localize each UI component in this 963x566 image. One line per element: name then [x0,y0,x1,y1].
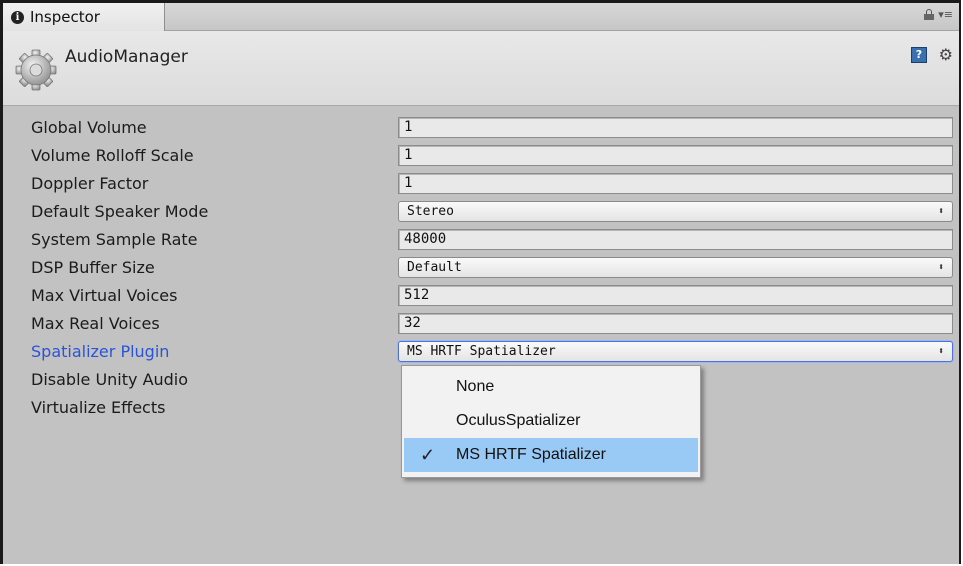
row-default-speaker-mode: Default Speaker Mode Stereo ⬍ [3,199,959,225]
system-sample-rate-field[interactable]: 48000 [398,229,953,250]
dsp-buffer-size-dropdown[interactable]: Default ⬍ [398,257,953,278]
gear-icon [15,49,57,91]
global-volume-field[interactable]: 1 [398,117,953,138]
property-label: Disable Unity Audio [31,370,189,389]
inspector-window: i Inspector ▾≡ AudioManager ? ⚙ Global V… [0,0,961,564]
spatializer-popup-menu: None OculusSpatializer ✓ MS HRTF Spatial… [401,365,701,478]
row-dsp-buffer-size: DSP Buffer Size Default ⬍ [3,255,959,281]
row-spatializer-plugin: Spatializer Plugin MS HRTF Spatializer ⬍ [3,339,959,365]
menu-item-label: MS HRTF Spatializer [456,446,606,463]
tab-bar: i Inspector ▾≡ [3,3,959,31]
menu-item-ms-hrtf-spatializer[interactable]: ✓ MS HRTF Spatializer [404,438,698,472]
menu-item-label: None [456,378,495,395]
menu-item-label: OculusSpatializer [456,412,581,429]
property-label: Max Real Voices [31,314,160,333]
spatializer-plugin-dropdown[interactable]: MS HRTF Spatializer ⬍ [398,341,953,362]
row-volume-rolloff-scale: Volume Rolloff Scale 1 [3,143,959,169]
help-icon[interactable]: ? [911,47,927,63]
info-icon: i [11,10,24,24]
tab-label: Inspector [30,8,100,26]
dropdown-value: Default [407,260,462,275]
row-global-volume: Global Volume 1 [3,115,959,141]
row-max-real-voices: Max Real Voices 32 [3,311,959,337]
max-real-voices-field[interactable]: 32 [398,313,953,334]
doppler-factor-field[interactable]: 1 [398,173,953,194]
dropdown-value: Stereo [407,204,454,219]
row-max-virtual-voices: Max Virtual Voices 512 [3,283,959,309]
row-system-sample-rate: System Sample Rate 48000 [3,227,959,253]
property-label: Global Volume [31,118,147,137]
property-label: Default Speaker Mode [31,202,209,221]
property-label: Volume Rolloff Scale [31,146,194,165]
component-header: AudioManager ? ⚙ [3,31,959,106]
checkmark-icon: ✓ [420,445,436,465]
property-label: DSP Buffer Size [31,258,155,277]
volume-rolloff-scale-field[interactable]: 1 [398,145,953,166]
property-label: Doppler Factor [31,174,149,193]
property-label: Spatializer Plugin [31,342,170,361]
dropdown-arrow-icon: ⬍ [937,346,944,357]
dropdown-arrow-icon: ⬍ [937,206,944,217]
default-speaker-mode-dropdown[interactable]: Stereo ⬍ [398,201,953,222]
lock-icon[interactable] [924,9,935,20]
dropdown-value: MS HRTF Spatializer [407,344,556,359]
menu-item-oculus-spatializer[interactable]: OculusSpatializer [404,404,698,438]
component-title: AudioManager [65,47,188,67]
tab-inspector[interactable]: i Inspector [3,3,165,31]
property-label: System Sample Rate [31,230,198,249]
property-label: Max Virtual Voices [31,286,178,305]
row-doppler-factor: Doppler Factor 1 [3,171,959,197]
tab-controls: ▾≡ [924,9,953,20]
menu-item-none[interactable]: None [404,370,698,404]
max-virtual-voices-field[interactable]: 512 [398,285,953,306]
menu-icon[interactable]: ▾≡ [938,9,953,20]
settings-icon[interactable]: ⚙ [939,45,953,64]
dropdown-arrow-icon: ⬍ [937,262,944,273]
property-label: Virtualize Effects [31,398,166,417]
